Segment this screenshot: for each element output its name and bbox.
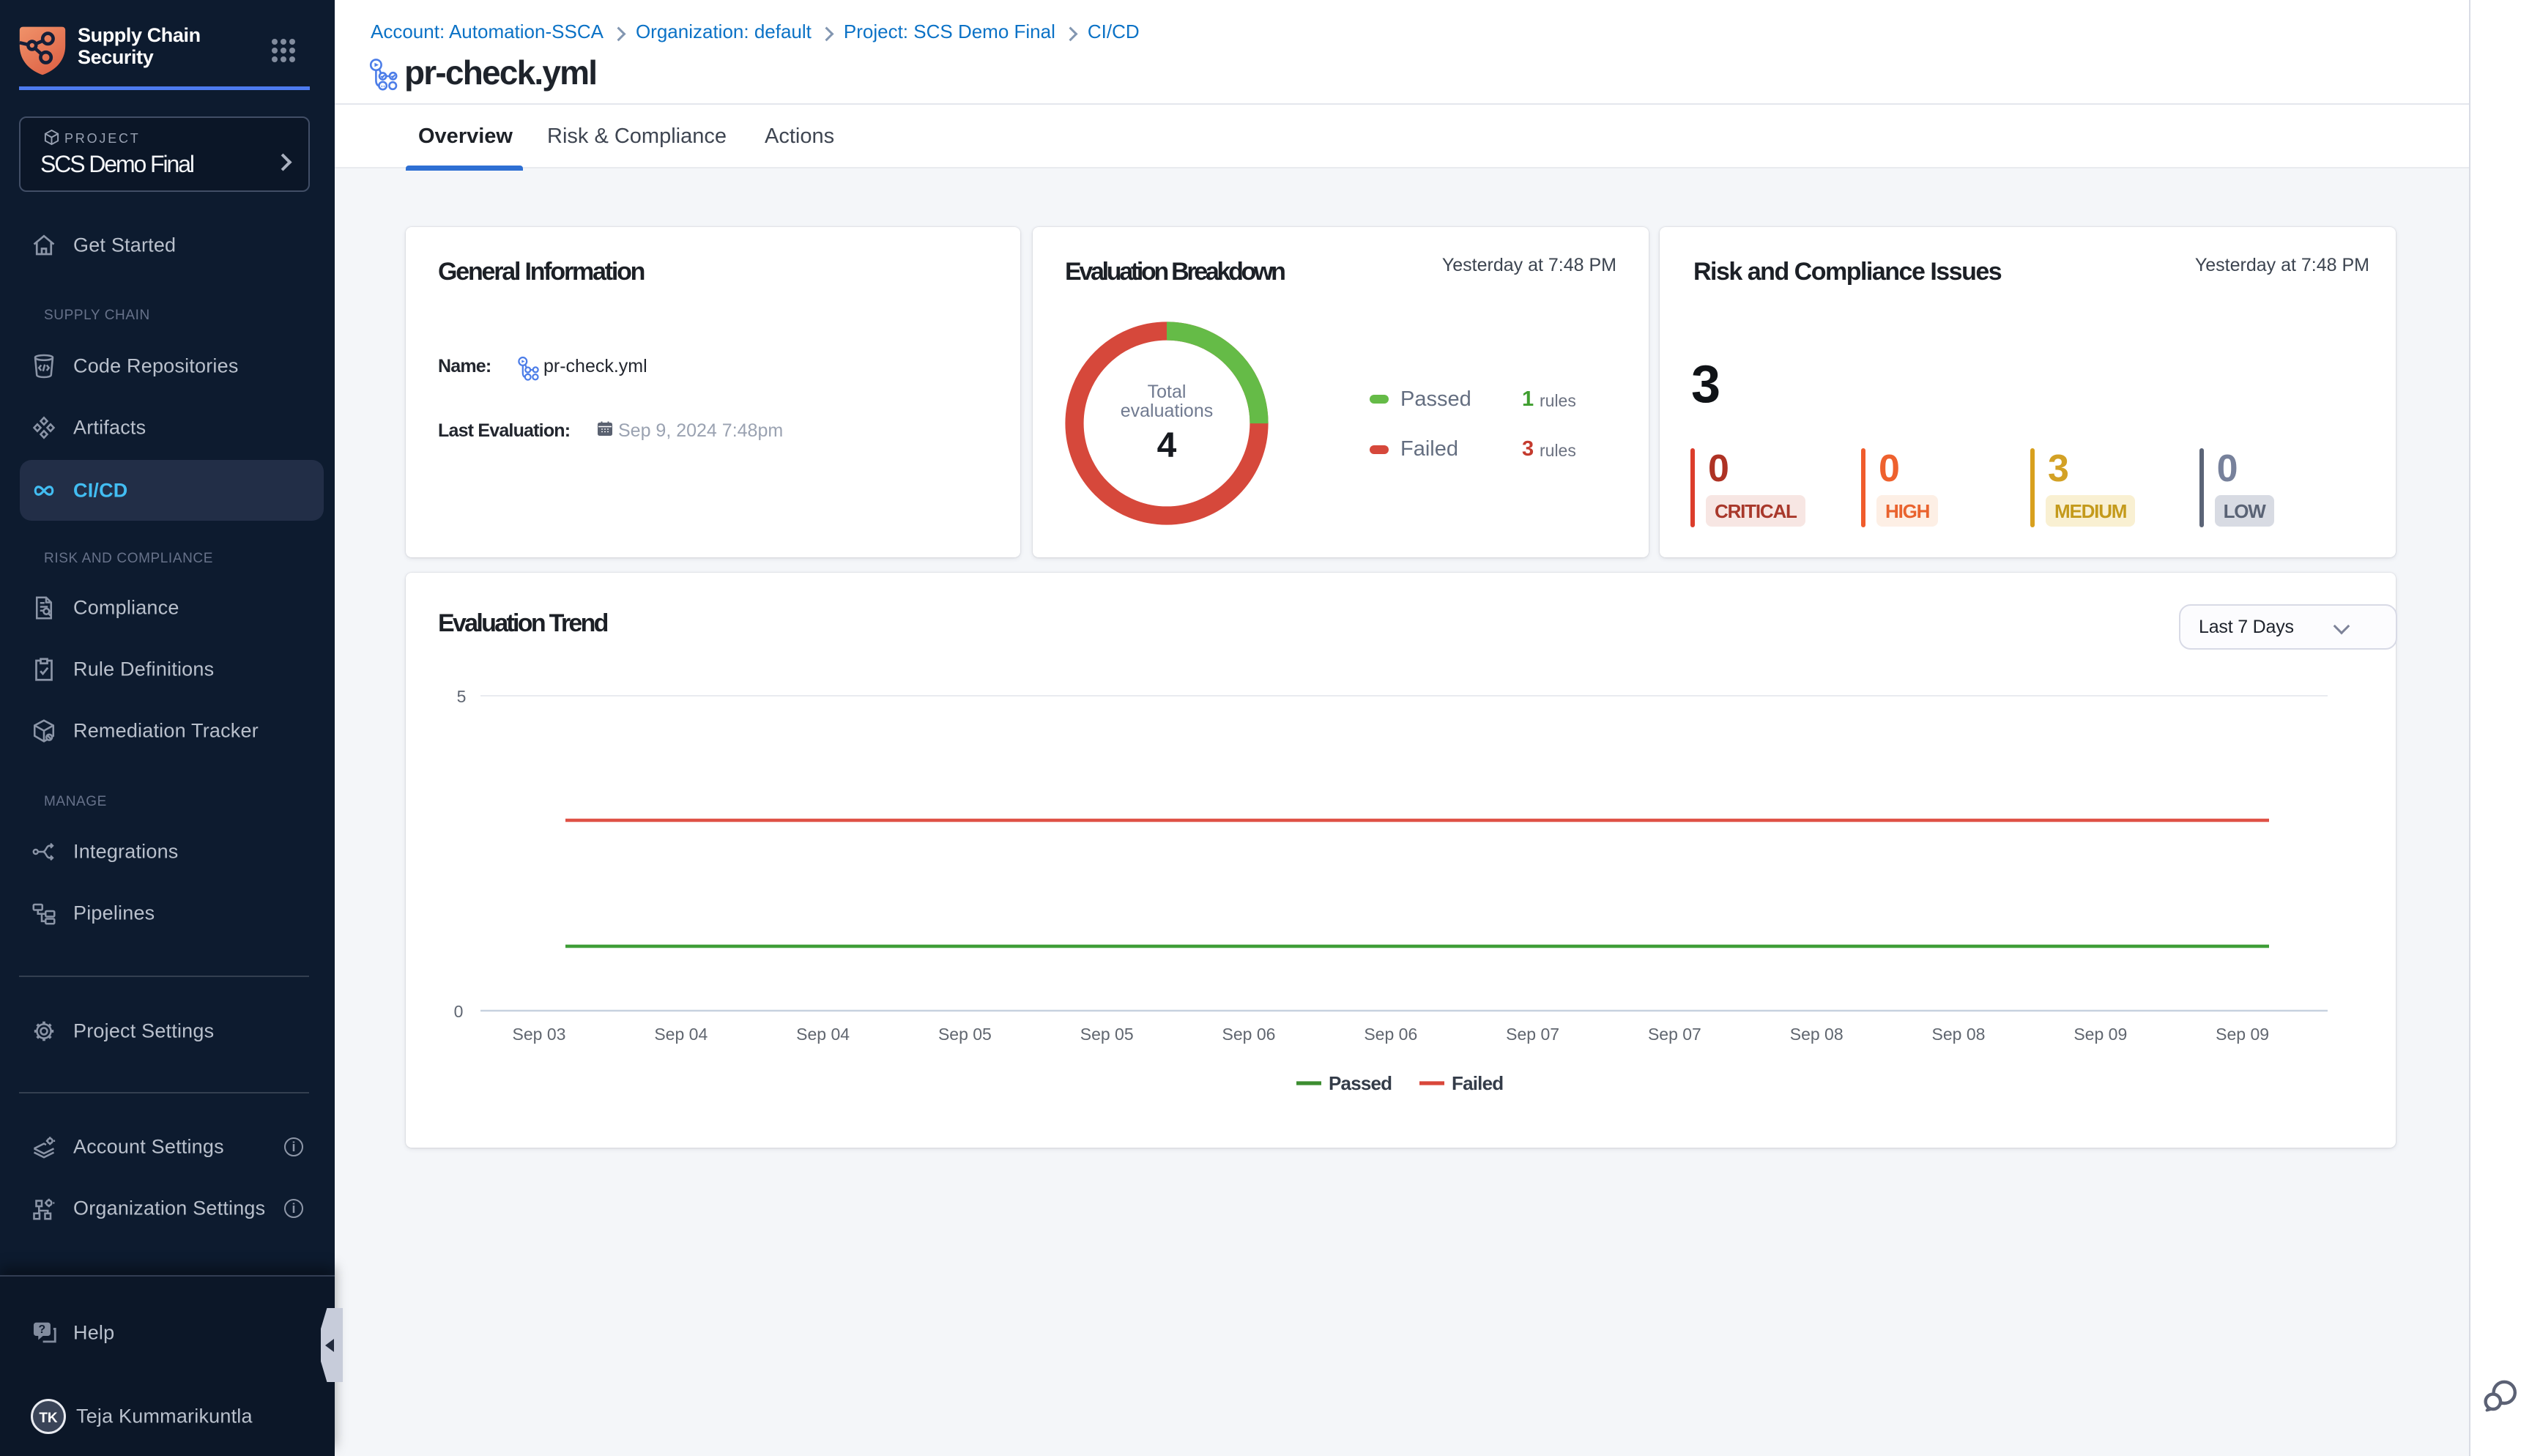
- svg-text:Sep 05: Sep 05: [938, 1025, 992, 1044]
- svg-text:Sep 03: Sep 03: [513, 1025, 566, 1044]
- svg-text:Failed: Failed: [1452, 1072, 1503, 1094]
- svg-text:?: ?: [39, 1323, 46, 1336]
- svg-text:Passed: Passed: [1329, 1072, 1392, 1094]
- svg-text:Sep 04: Sep 04: [796, 1025, 850, 1044]
- svg-text:Sep 08: Sep 08: [1932, 1025, 1986, 1044]
- svg-text:5: 5: [457, 687, 467, 706]
- svg-text:Sep 08: Sep 08: [1790, 1025, 1844, 1044]
- svg-text:Sep 09: Sep 09: [2073, 1025, 2127, 1044]
- svg-text:Sep 07: Sep 07: [1648, 1025, 1701, 1044]
- svg-text:0: 0: [454, 1002, 464, 1021]
- svg-text:Sep 07: Sep 07: [1506, 1025, 1559, 1044]
- svg-text:Sep 05: Sep 05: [1080, 1025, 1134, 1044]
- svg-text:Sep 06: Sep 06: [1222, 1025, 1276, 1044]
- svg-text:Sep 04: Sep 04: [654, 1025, 708, 1044]
- svg-text:Sep 06: Sep 06: [1364, 1025, 1417, 1044]
- svg-text:Sep 09: Sep 09: [2216, 1025, 2269, 1044]
